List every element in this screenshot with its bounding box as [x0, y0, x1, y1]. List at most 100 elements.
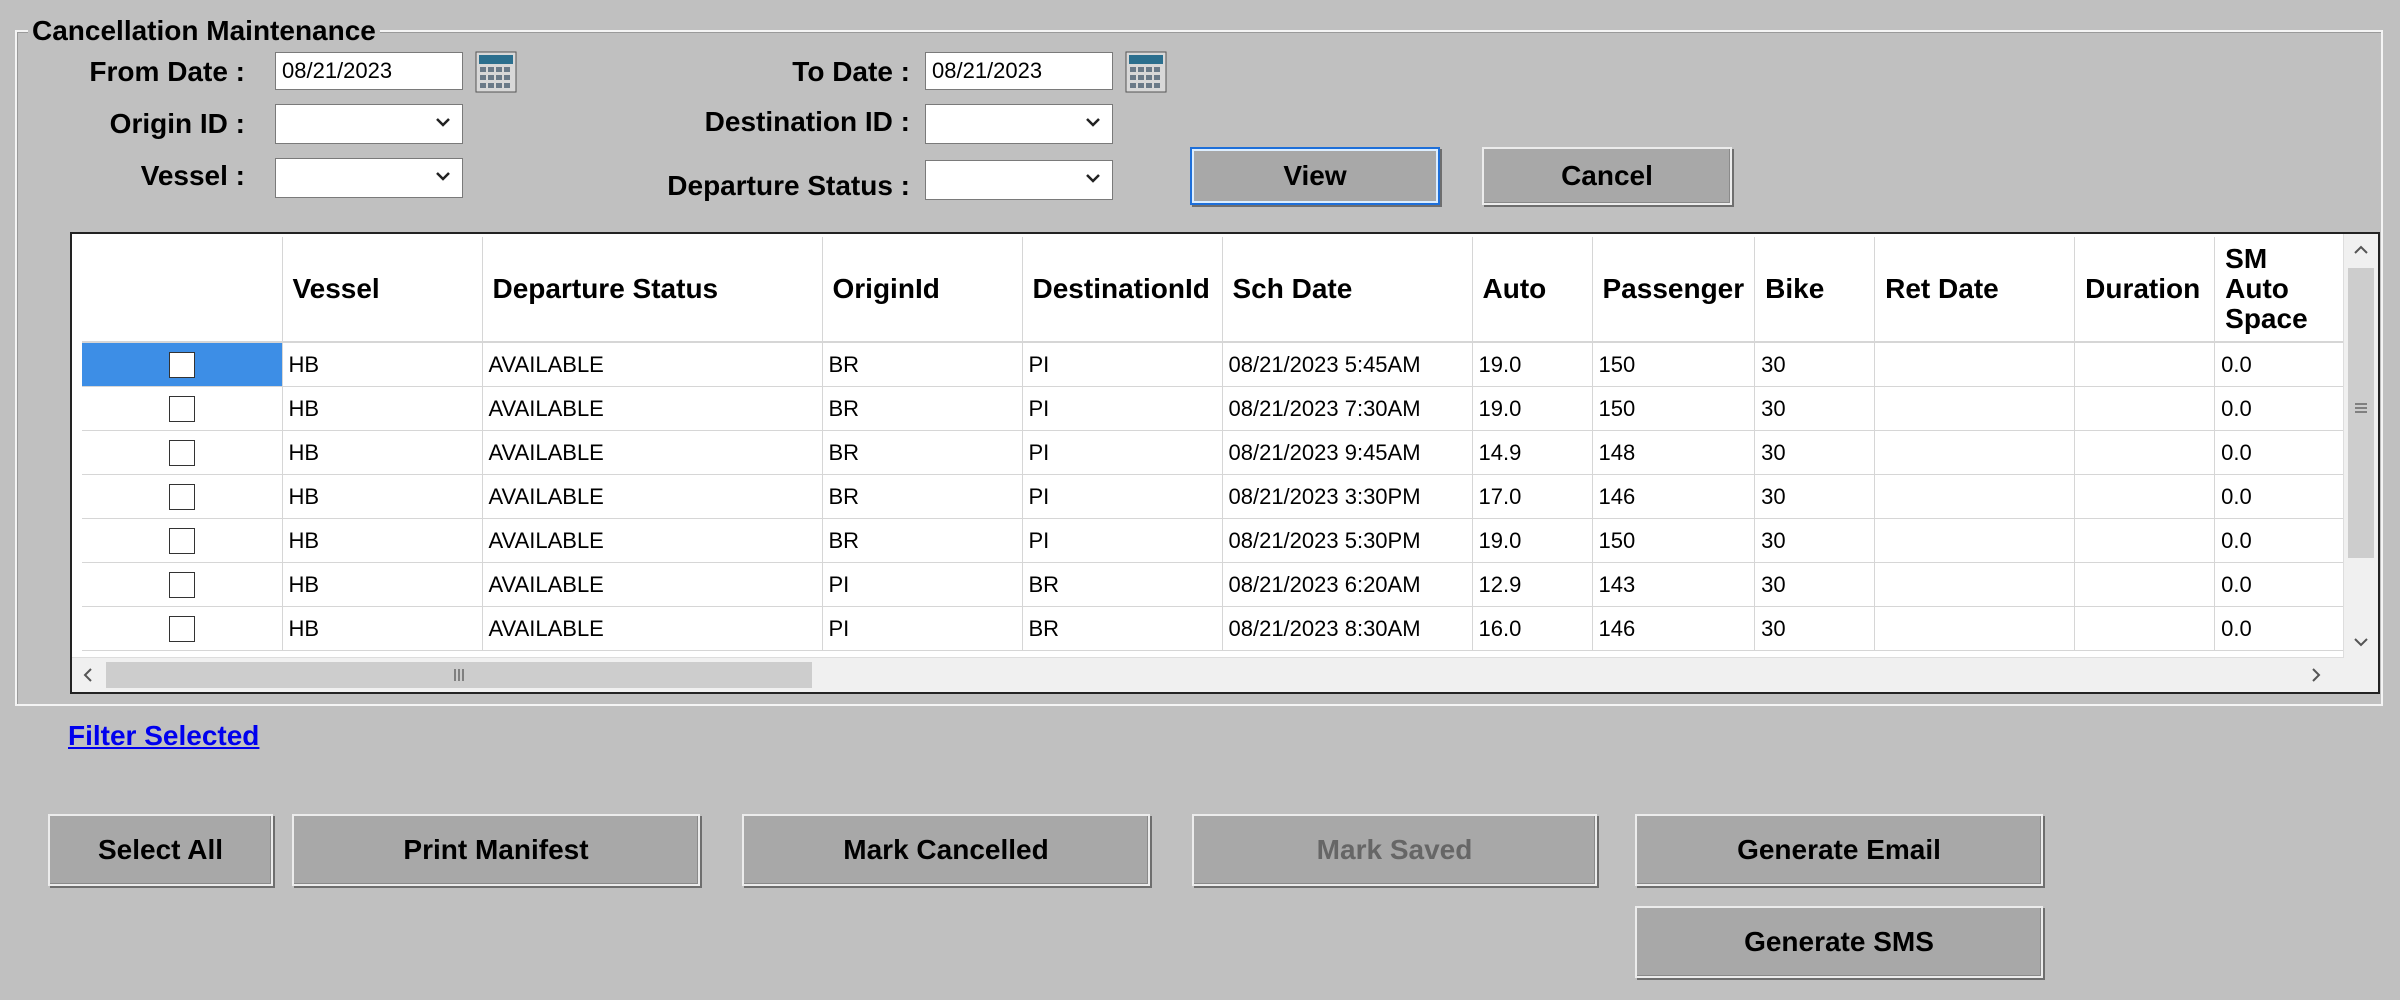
cell-sch-date[interactable]: 08/21/2023 6:20AM: [1222, 562, 1473, 607]
col-header-duration[interactable]: Duration: [2074, 237, 2216, 343]
col-header-sm-auto-space[interactable]: SM Auto Space: [2214, 237, 2346, 343]
cell-sch-date[interactable]: 08/21/2023 8:30AM: [1222, 606, 1473, 651]
cell-ret-date[interactable]: [1874, 430, 2076, 475]
from-date-input[interactable]: 08/21/2023: [275, 52, 463, 90]
filter-selected-link[interactable]: Filter Selected: [68, 720, 259, 752]
cell-duration[interactable]: [2074, 518, 2216, 563]
cell-ret-date[interactable]: [1874, 562, 2076, 607]
cell-origin-id[interactable]: BR: [822, 430, 1023, 475]
cell-bike[interactable]: 30: [1754, 562, 1876, 607]
horizontal-scrollbar[interactable]: [72, 657, 2344, 692]
cell-sm-auto-space[interactable]: 0.0: [2214, 606, 2346, 651]
cell-departure-status[interactable]: AVAILABLE: [482, 562, 823, 607]
cell-destination-id[interactable]: PI: [1022, 430, 1223, 475]
cell-duration[interactable]: [2074, 562, 2216, 607]
cell-passenger[interactable]: 146: [1592, 606, 1756, 651]
cell-origin-id[interactable]: BR: [822, 518, 1023, 563]
departure-status-select[interactable]: [925, 160, 1113, 200]
cell-destination-id[interactable]: PI: [1022, 518, 1223, 563]
cell-sch-date[interactable]: 08/21/2023 5:45AM: [1222, 342, 1473, 387]
row-select-cell[interactable]: [82, 606, 283, 651]
col-header-select[interactable]: [82, 237, 283, 343]
scroll-down-icon[interactable]: [2351, 632, 2371, 652]
row-select-cell[interactable]: [82, 386, 283, 431]
cell-ret-date[interactable]: [1874, 342, 2076, 387]
view-button[interactable]: View: [1190, 147, 1440, 205]
to-date-input[interactable]: 08/21/2023: [925, 52, 1113, 90]
cell-departure-status[interactable]: AVAILABLE: [482, 518, 823, 563]
cell-auto[interactable]: 19.0: [1472, 518, 1593, 563]
cell-bike[interactable]: 30: [1754, 386, 1876, 431]
col-header-sch-date[interactable]: Sch Date: [1222, 237, 1473, 343]
cell-passenger[interactable]: 150: [1592, 518, 1756, 563]
cell-passenger[interactable]: 148: [1592, 430, 1756, 475]
cell-passenger[interactable]: 150: [1592, 386, 1756, 431]
table-row[interactable]: HB AVAILABLE PI BR 08/21/2023 6:20AM 12.9 143 3…: [82, 562, 2346, 607]
cell-departure-status[interactable]: AVAILABLE: [482, 342, 823, 387]
cell-departure-status[interactable]: AVAILABLE: [482, 430, 823, 475]
cell-duration[interactable]: [2074, 386, 2216, 431]
cell-bike[interactable]: 30: [1754, 518, 1876, 563]
cell-origin-id[interactable]: PI: [822, 606, 1023, 651]
cell-ret-date[interactable]: [1874, 386, 2076, 431]
scroll-up-icon[interactable]: [2351, 240, 2371, 260]
cell-passenger[interactable]: 150: [1592, 342, 1756, 387]
cell-destination-id[interactable]: PI: [1022, 342, 1223, 387]
row-select-cell[interactable]: [82, 474, 283, 519]
row-checkbox[interactable]: [168, 616, 195, 643]
table-row[interactable]: HB AVAILABLE BR PI 08/21/2023 5:30PM 19.0 150 3…: [82, 518, 2346, 563]
cell-auto[interactable]: 19.0: [1472, 342, 1593, 387]
destination-id-select[interactable]: [925, 104, 1113, 144]
cell-ret-date[interactable]: [1874, 606, 2076, 651]
cell-auto[interactable]: 17.0: [1472, 474, 1593, 519]
cell-sch-date[interactable]: 08/21/2023 5:30PM: [1222, 518, 1473, 563]
cell-ret-date[interactable]: [1874, 474, 2076, 519]
cell-vessel[interactable]: HB: [282, 430, 483, 475]
print-manifest-button[interactable]: Print Manifest: [292, 814, 700, 886]
cell-vessel[interactable]: HB: [282, 606, 483, 651]
cell-bike[interactable]: 30: [1754, 474, 1876, 519]
cancel-button[interactable]: Cancel: [1482, 147, 1732, 205]
cell-departure-status[interactable]: AVAILABLE: [482, 386, 823, 431]
vertical-scroll-thumb[interactable]: [2348, 268, 2374, 558]
row-checkbox[interactable]: [168, 396, 195, 423]
row-checkbox[interactable]: [168, 528, 195, 555]
cell-duration[interactable]: [2074, 606, 2216, 651]
cell-departure-status[interactable]: AVAILABLE: [482, 606, 823, 651]
cell-sm-auto-space[interactable]: 0.0: [2214, 342, 2346, 387]
col-header-auto[interactable]: Auto: [1472, 237, 1593, 343]
table-row[interactable]: HB AVAILABLE BR PI 08/21/2023 7:30AM 19.0 150 3…: [82, 386, 2346, 431]
col-header-bike[interactable]: Bike: [1754, 237, 1876, 343]
vertical-scrollbar[interactable]: [2343, 234, 2378, 658]
col-header-departure-status[interactable]: Departure Status: [482, 237, 823, 343]
table-row[interactable]: HB AVAILABLE BR PI 08/21/2023 9:45AM 14.9 148 3…: [82, 430, 2346, 475]
col-header-origin-id[interactable]: OriginId: [822, 237, 1023, 343]
departures-grid[interactable]: Vessel Departure Status OriginId Destina…: [70, 232, 2380, 694]
col-header-ret-date[interactable]: Ret Date: [1874, 237, 2076, 343]
row-select-cell[interactable]: [82, 518, 283, 563]
table-row[interactable]: HB AVAILABLE BR PI 08/21/2023 5:45AM 19.0 150 3…: [82, 342, 2346, 387]
cell-duration[interactable]: [2074, 474, 2216, 519]
generate-email-button[interactable]: Generate Email: [1635, 814, 2043, 886]
cell-auto[interactable]: 16.0: [1472, 606, 1593, 651]
row-select-cell[interactable]: [82, 342, 283, 387]
cell-vessel[interactable]: HB: [282, 474, 483, 519]
cell-destination-id[interactable]: BR: [1022, 606, 1223, 651]
table-row[interactable]: HB AVAILABLE BR PI 08/21/2023 3:30PM 17.0 146 3…: [82, 474, 2346, 519]
row-select-cell[interactable]: [82, 430, 283, 475]
cell-origin-id[interactable]: BR: [822, 386, 1023, 431]
to-date-calendar-icon[interactable]: [1124, 50, 1168, 94]
cell-destination-id[interactable]: PI: [1022, 474, 1223, 519]
origin-id-select[interactable]: [275, 104, 463, 144]
row-checkbox[interactable]: [168, 572, 195, 599]
vessel-select[interactable]: [275, 158, 463, 198]
cell-auto[interactable]: 19.0: [1472, 386, 1593, 431]
cell-origin-id[interactable]: BR: [822, 342, 1023, 387]
cell-vessel[interactable]: HB: [282, 342, 483, 387]
cell-vessel[interactable]: HB: [282, 562, 483, 607]
cell-origin-id[interactable]: PI: [822, 562, 1023, 607]
cell-bike[interactable]: 30: [1754, 606, 1876, 651]
table-row[interactable]: HB AVAILABLE PI BR 08/21/2023 8:30AM 16.0 146 3…: [82, 606, 2346, 651]
cell-bike[interactable]: 30: [1754, 342, 1876, 387]
cell-sch-date[interactable]: 08/21/2023 7:30AM: [1222, 386, 1473, 431]
